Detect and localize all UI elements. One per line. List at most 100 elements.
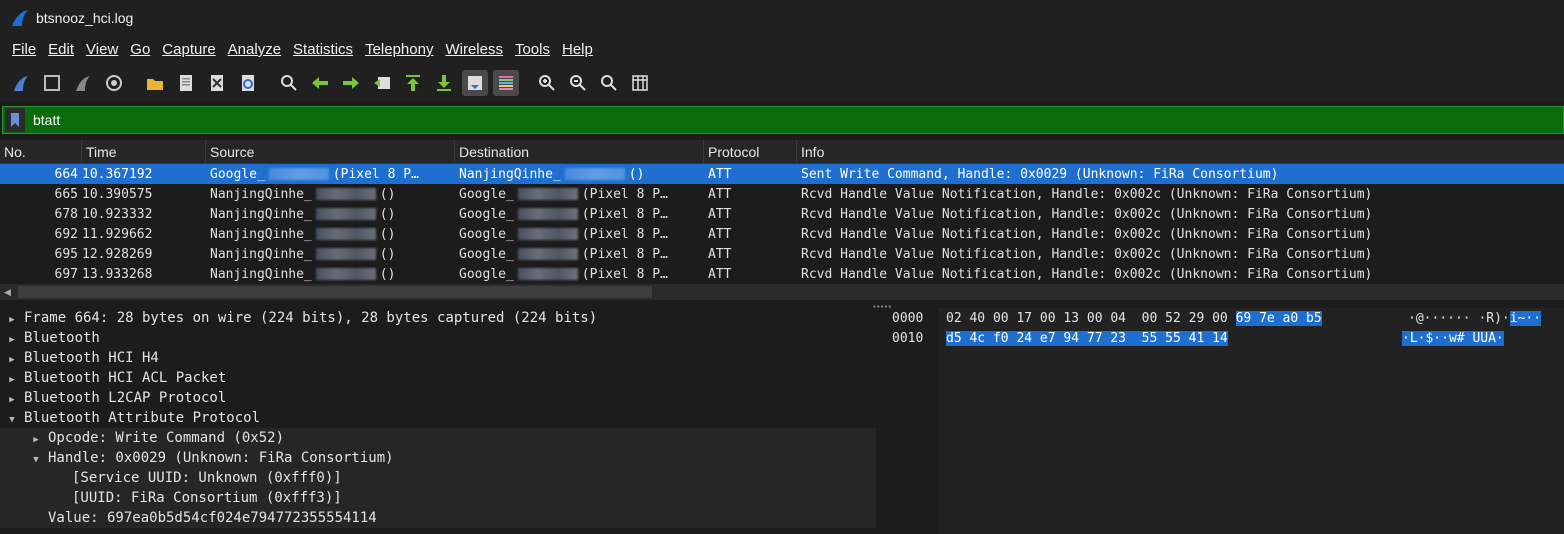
- packet-list-header: No. Time Source Destination Protocol Inf…: [0, 139, 1564, 164]
- filter-bookmark-icon[interactable]: [5, 108, 25, 132]
- byte-offset: 0000: [892, 311, 924, 326]
- packet-time: 13.933268: [82, 266, 153, 282]
- redacted-address: [315, 228, 376, 240]
- detail-text: Opcode: Write Command (0x52): [48, 430, 285, 446]
- detail-text: [Service UUID: Unknown (0xfff0)]: [72, 470, 342, 486]
- redacted-address: [315, 268, 376, 280]
- detail-tree-item[interactable]: Value: 697ea0b5d54cf024e794772355554114: [0, 508, 876, 528]
- detail-tree-item[interactable]: ▶ Bluetooth: [0, 328, 876, 348]
- expand-arrow-icon[interactable]: ▼: [6, 410, 18, 430]
- menu-analyze[interactable]: Analyze: [222, 36, 287, 64]
- packet-protocol: ATT: [708, 246, 732, 262]
- auto-scroll-icon[interactable]: [462, 70, 488, 96]
- expand-arrow-icon[interactable]: ▼: [30, 450, 42, 470]
- packet-row[interactable]: 664 10.367192 Google_ (Pixel 8 P… NanjingQin…: [0, 164, 1564, 184]
- go-back-arrow-icon[interactable]: [307, 70, 333, 96]
- column-header-info[interactable]: Info: [797, 140, 1564, 164]
- menu-view[interactable]: View: [80, 36, 124, 64]
- stop-capture-icon[interactable]: [39, 70, 65, 96]
- column-header-protocol[interactable]: Protocol: [704, 139, 797, 164]
- detail-tree-item[interactable]: ▶ Frame 664: 28 bytes on wire (224 bits),…: [0, 308, 876, 328]
- main-toolbar: [0, 64, 1564, 102]
- colorize-packet-list-icon[interactable]: [493, 70, 519, 96]
- redacted-address: [517, 248, 578, 260]
- menu-go[interactable]: Go: [124, 36, 156, 64]
- detail-tree-item[interactable]: ▶ Bluetooth L2CAP Protocol: [0, 388, 876, 408]
- normal-size-icon[interactable]: [596, 70, 622, 96]
- collapse-arrow-icon[interactable]: ▶: [30, 430, 42, 450]
- column-header-source[interactable]: Source: [206, 139, 455, 164]
- find-packet-icon[interactable]: [276, 70, 302, 96]
- menu-tools[interactable]: Tools: [509, 36, 556, 64]
- redacted-address: [315, 208, 376, 220]
- column-header-destination[interactable]: Destination: [455, 139, 704, 164]
- open-folder-icon[interactable]: [142, 70, 168, 96]
- packet-row[interactable]: 678 10.923332 NanjingQinhe_() Google_ (Pixel…: [0, 204, 1564, 224]
- detail-tree-item[interactable]: ▶ Opcode: Write Command (0x52): [0, 428, 876, 448]
- reload-file-icon[interactable]: [235, 70, 261, 96]
- capture-options-gear-icon[interactable]: [101, 70, 127, 96]
- zoom-out-icon[interactable]: [565, 70, 591, 96]
- highlighted-ascii: ·L·$··w# UUA·: [1402, 331, 1504, 346]
- menu-telephony[interactable]: Telephony: [359, 36, 439, 64]
- detail-tree-item[interactable]: ▼ Bluetooth Attribute Protocol: [0, 408, 876, 428]
- detail-tree-item[interactable]: [Service UUID: Unknown (0xfff0)]: [0, 468, 876, 488]
- packet-source: NanjingQinhe_(): [210, 186, 396, 202]
- detail-tree-item[interactable]: ▶ Bluetooth HCI H4: [0, 348, 876, 368]
- packet-row[interactable]: 697 13.933268 NanjingQinhe_() Google_ (Pixel…: [0, 264, 1564, 284]
- save-file-icon[interactable]: [173, 70, 199, 96]
- scroll-left-icon[interactable]: ◀: [4, 287, 11, 298]
- menu-help[interactable]: Help: [556, 36, 599, 64]
- collapse-arrow-icon[interactable]: ▶: [6, 390, 18, 410]
- detail-tree-item[interactable]: ▶ Bluetooth HCI ACL Packet: [0, 368, 876, 388]
- resize-columns-icon[interactable]: [627, 70, 653, 96]
- detail-text: Handle: 0x0029 (Unknown: FiRa Consortium…: [48, 450, 394, 466]
- menu-file[interactable]: File: [6, 36, 42, 64]
- scrollbar-thumb[interactable]: [18, 286, 652, 298]
- close-file-icon[interactable]: [204, 70, 230, 96]
- menu-edit[interactable]: Edit: [42, 36, 80, 64]
- collapse-arrow-icon[interactable]: ▶: [6, 310, 18, 330]
- menu-statistics[interactable]: Statistics: [287, 36, 359, 64]
- column-header-no[interactable]: No.: [0, 139, 82, 164]
- packet-time: 10.923332: [82, 206, 153, 222]
- packet-info: Rcvd Handle Value Notification, Handle: …: [801, 186, 1373, 202]
- packet-protocol: ATT: [708, 186, 732, 202]
- menu-capture[interactable]: Capture: [156, 36, 221, 64]
- packet-row[interactable]: 665 10.390575 NanjingQinhe_() Google_ (Pixel…: [0, 184, 1564, 204]
- column-header-time[interactable]: Time: [82, 139, 206, 164]
- pane-splitter[interactable]: ▪▪▪▪▪: [0, 300, 1564, 311]
- zoom-in-icon[interactable]: [534, 70, 560, 96]
- packet-no: 697: [54, 266, 78, 282]
- display-filter-bar[interactable]: btatt: [2, 106, 1564, 134]
- collapse-arrow-icon[interactable]: ▶: [6, 330, 18, 350]
- packet-row[interactable]: 695 12.928269 NanjingQinhe_() Google_ (Pixel…: [0, 244, 1564, 264]
- detail-tree-item[interactable]: [UUID: FiRa Consortium (0xfff3)]: [0, 488, 876, 508]
- collapse-arrow-icon[interactable]: ▶: [6, 350, 18, 370]
- packet-destination: NanjingQinhe_(): [459, 166, 645, 182]
- packet-row[interactable]: 692 11.929662 NanjingQinhe_() Google_ (Pixel…: [0, 224, 1564, 244]
- hex-bytes[interactable]: 02 40 00 17 00 13 00 04 00 52 29 00 69 7…: [946, 310, 1322, 328]
- menu-wireless[interactable]: Wireless: [439, 36, 509, 64]
- window-title: btsnooz_hci.log: [36, 10, 134, 26]
- restart-capture-icon[interactable]: [70, 70, 96, 96]
- packet-info: Rcvd Handle Value Notification, Handle: …: [801, 266, 1373, 282]
- packet-no: 695: [54, 246, 78, 262]
- packet-list-horizontal-scrollbar[interactable]: ◀: [0, 284, 1564, 300]
- packet-bytes-pane: 0000 02 40 00 17 00 13 00 04 00 52 29 00 …: [884, 308, 1564, 534]
- go-first-packet-icon[interactable]: [400, 70, 426, 96]
- go-forward-arrow-icon[interactable]: [338, 70, 364, 96]
- start-capture-icon[interactable]: [8, 70, 34, 96]
- detail-tree-item[interactable]: ▼ Handle: 0x0029 (Unknown: FiRa Consortiu…: [0, 448, 876, 468]
- packet-time: 11.929662: [82, 226, 153, 242]
- collapse-arrow-icon[interactable]: ▶: [6, 370, 18, 390]
- packet-time: 10.390575: [82, 186, 153, 202]
- ascii-bytes[interactable]: ·L·$··w# UUA·: [1402, 330, 1504, 348]
- detail-text: Bluetooth L2CAP Protocol: [24, 390, 227, 406]
- go-to-packet-icon[interactable]: [369, 70, 395, 96]
- display-filter-input[interactable]: btatt: [33, 112, 60, 128]
- go-last-packet-icon[interactable]: [431, 70, 457, 96]
- hex-bytes[interactable]: d5 4c f0 24 e7 94 77 23 55 55 41 14: [946, 330, 1228, 348]
- ascii-bytes[interactable]: ·@······ ·R)·i~··: [1408, 310, 1542, 328]
- redacted-address: [517, 188, 578, 200]
